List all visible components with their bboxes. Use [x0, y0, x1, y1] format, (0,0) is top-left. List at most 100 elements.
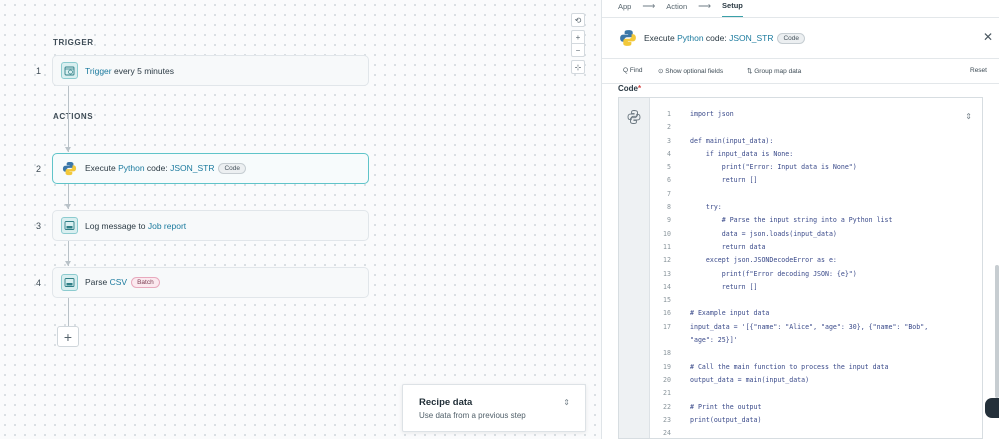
recipe-canvas[interactable]: TRIGGER ACTIONS 1 Trigger every 5 minute…: [0, 0, 601, 439]
highlighted-text: Python: [118, 163, 145, 173]
recipe-data-title: Recipe data: [419, 397, 473, 408]
step-number: 3: [36, 221, 42, 231]
code-text: # Parse the input string into a Python l…: [690, 216, 893, 225]
code-text: print(output_data): [690, 415, 762, 424]
show-optional-fields-button[interactable]: ⊙ Show optional fields: [658, 67, 723, 75]
reset-button[interactable]: Reset: [970, 67, 987, 74]
fit-view-button[interactable]: ⊹: [571, 60, 585, 74]
close-icon[interactable]: ✕: [983, 30, 993, 44]
code-text: output_data = main(input_data): [690, 375, 810, 384]
highlighted-text: JSON_STR: [729, 33, 774, 43]
code-line: 15: [650, 296, 983, 309]
connector-line: [68, 298, 69, 326]
line-number: 24: [663, 429, 671, 438]
breadcrumb-app[interactable]: App: [618, 2, 631, 17]
help-widget[interactable]: [985, 398, 999, 418]
code-badge: Code: [777, 33, 806, 44]
code-line: 18: [650, 349, 983, 362]
add-step-button[interactable]: +: [57, 326, 79, 347]
code-line: 19 # Call the main function to process th…: [650, 363, 983, 376]
code-editor[interactable]: 1 import json 2 3 def main(input_data): 4 if …: [618, 97, 983, 439]
step-parse-csv[interactable]: Parse CSV Batch: [52, 267, 369, 298]
breadcrumb-action[interactable]: Action: [666, 2, 687, 17]
log-icon: [61, 217, 78, 234]
highlighted-text: CSV: [109, 277, 128, 287]
highlighted-text: JSON_STR: [170, 163, 215, 173]
step-number: 2: [36, 164, 42, 174]
code-line: 8 try:: [650, 203, 983, 216]
line-number: 11: [663, 242, 671, 251]
line-number: 22: [663, 402, 671, 411]
code-text: "age": 25}]': [690, 336, 738, 345]
panel-title: Execute Python code: JSON_STR Code: [644, 33, 806, 44]
recipe-data-panel[interactable]: Recipe data Use data from a previous ste…: [402, 384, 586, 432]
step-title: Parse CSV Batch: [85, 277, 160, 288]
code-line: 12 except json.JSONDecodeError as e:: [650, 256, 983, 269]
group-map-data-button[interactable]: ⇅ Group map data: [747, 67, 801, 75]
plain-text: code:: [144, 163, 171, 173]
panel-scrollbar[interactable]: [995, 265, 999, 398]
expand-collapse-icon[interactable]: ⇕: [965, 112, 972, 121]
step-log-message[interactable]: Log message to Job report: [52, 210, 369, 241]
code-text: # Call the main function to process the …: [690, 362, 889, 371]
clock-icon: [61, 62, 78, 79]
csv-icon: [61, 274, 78, 291]
required-marker: *: [638, 84, 642, 93]
recipe-data-subtitle: Use data from a previous step: [419, 411, 526, 420]
line-number: 23: [663, 415, 671, 424]
line-number: 17: [663, 322, 671, 331]
line-number: 14: [663, 282, 671, 291]
plain-text: code:: [703, 33, 730, 43]
code-text-area[interactable]: 1 import json 2 3 def main(input_data): 4 if …: [650, 110, 983, 439]
code-text: if input_data is None:: [690, 149, 794, 158]
code-line: 1 import json: [650, 110, 983, 123]
line-number: 16: [663, 309, 671, 318]
line-number: 12: [663, 256, 671, 265]
step-config-panel: App ⟶ Action ⟶ Setup Execute Python code…: [602, 0, 999, 439]
actions-section-label: ACTIONS: [53, 112, 94, 121]
code-text: import json: [690, 110, 734, 118]
find-button[interactable]: Q Find: [623, 67, 643, 74]
panel-toolbar: Q Find ⊙ Show optional fields ⇅ Group ma…: [602, 58, 999, 84]
highlighted-text: Python: [677, 33, 704, 43]
step-trigger[interactable]: Trigger every 5 minutes: [52, 55, 369, 86]
code-text: # Print the output: [690, 402, 762, 411]
code-line: "age": 25}]': [650, 336, 983, 349]
zoom-in-button[interactable]: +: [571, 30, 585, 44]
header-divider: [602, 17, 999, 18]
line-number: 3: [667, 136, 671, 145]
arrow-right-icon: ⟶: [642, 1, 656, 11]
step-number: 1: [36, 66, 42, 76]
code-line: 23 print(output_data): [650, 416, 983, 429]
line-number: 4: [667, 149, 671, 158]
line-number: 20: [663, 375, 671, 384]
code-text: def main(input_data):: [690, 136, 774, 145]
line-number: 21: [663, 389, 671, 398]
plain-text: Log message: [85, 220, 137, 231]
zoom-out-button[interactable]: −: [571, 43, 585, 57]
line-number: 9: [667, 216, 671, 225]
plain-text: every 5 minutes: [111, 65, 174, 76]
highlighted-text: Job report: [147, 220, 187, 231]
code-line: 24: [650, 429, 983, 439]
line-number: 8: [667, 203, 671, 212]
code-text: try:: [690, 203, 722, 212]
line-number: 7: [667, 189, 671, 198]
plain-text: to: [136, 220, 148, 231]
code-line: 2: [650, 123, 983, 136]
step-python-code[interactable]: Execute Python code: JSON_STR Code: [52, 153, 369, 184]
code-line: 13 print(f"Error decoding JSON: {e}"): [650, 270, 983, 283]
expand-collapse-icon[interactable]: ⇕: [563, 398, 570, 407]
breadcrumb: App ⟶ Action ⟶ Setup: [618, 1, 743, 18]
code-text: return []: [690, 176, 758, 185]
line-number: 13: [663, 269, 671, 278]
connector-arrow: [65, 261, 71, 266]
step-number: 4: [36, 278, 42, 288]
code-text: input_data = '[{"name": "Alice", "age": …: [690, 322, 929, 331]
breadcrumb-setup[interactable]: Setup: [722, 1, 743, 18]
code-text: print(f"Error decoding JSON: {e}"): [690, 269, 857, 278]
code-text: except json.JSONDecodeError as e:: [690, 256, 837, 265]
code-badge: Code: [218, 163, 247, 174]
code-line: 17 input_data = '[{"name": "Alice", "age"…: [650, 323, 983, 336]
reset-zoom-button[interactable]: ⟲: [571, 13, 585, 27]
